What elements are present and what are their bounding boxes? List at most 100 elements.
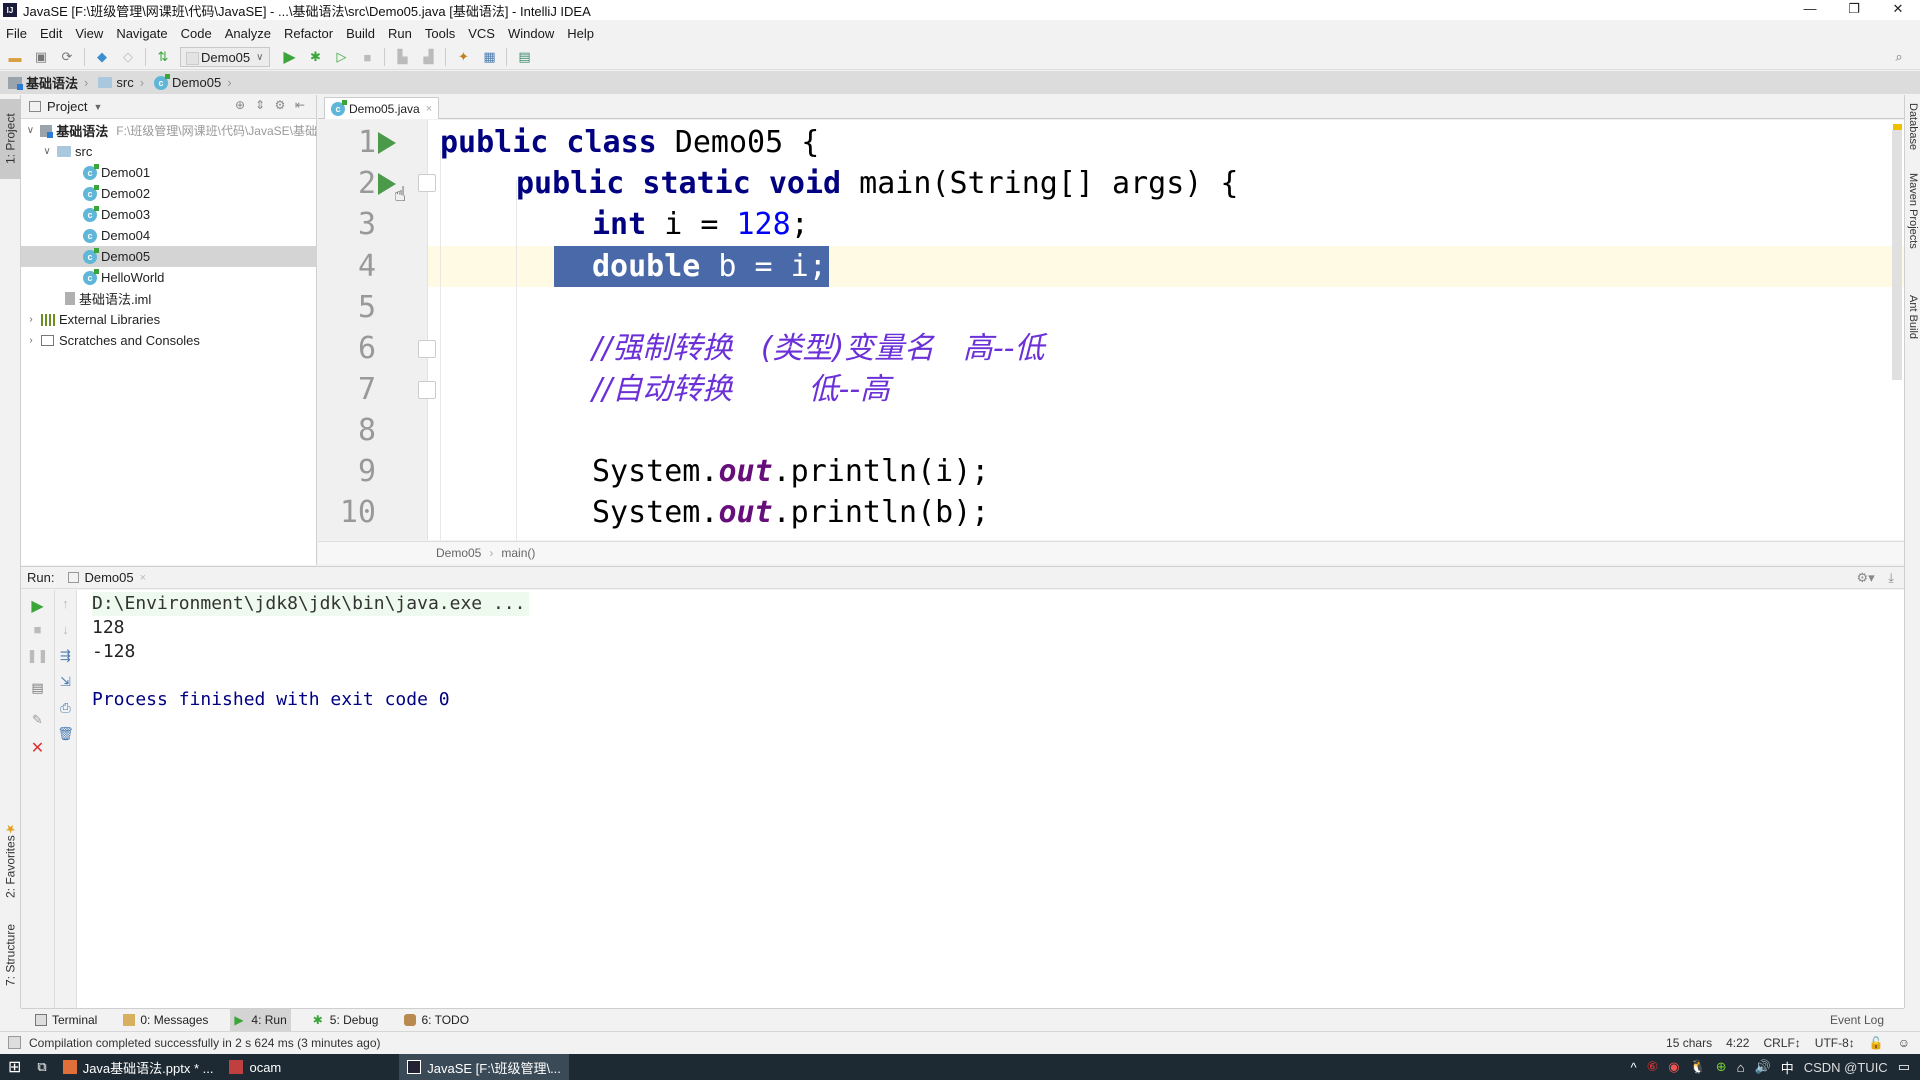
close-tab-icon[interactable]: × — [426, 103, 432, 115]
menu-navigate[interactable]: Navigate — [116, 26, 167, 41]
notifications-icon[interactable]: ▭ — [1898, 1059, 1910, 1075]
restore-layout-icon[interactable]: ▤ — [21, 680, 54, 696]
tool-button-debug[interactable]: ✱ 5: Debug — [309, 1009, 383, 1032]
chevron-down-icon[interactable]: ∨ — [25, 125, 36, 136]
menu-refactor[interactable]: Refactor — [284, 26, 333, 41]
scroll-to-end-icon[interactable]: ⇲ — [55, 674, 76, 690]
menu-view[interactable]: View — [75, 26, 103, 41]
gear-icon[interactable]: ⚙ — [270, 98, 290, 112]
tree-item-file[interactable]: c HelloWorld — [21, 267, 317, 288]
tree-item-file[interactable]: c Demo02 — [21, 183, 317, 204]
pause-icon[interactable]: ❚❚ — [21, 648, 54, 664]
tree-item-file[interactable]: c Demo04 — [21, 225, 317, 246]
chevron-right-icon[interactable]: › — [25, 314, 37, 325]
chevron-down-icon[interactable]: ▼ — [93, 102, 102, 112]
hide-icon[interactable]: ⇤ — [290, 98, 310, 112]
chevron-right-icon[interactable]: › — [25, 335, 37, 346]
breadcrumb-method[interactable]: main() — [501, 546, 535, 560]
up-arrow-icon[interactable]: ↑ — [55, 596, 76, 611]
nav-crumb-class[interactable]: c Demo05 › — [154, 73, 237, 90]
tree-item-file[interactable]: c Demo01 — [21, 162, 317, 183]
menu-vcs[interactable]: VCS — [468, 26, 495, 41]
start-button[interactable]: ⊞ — [0, 1054, 29, 1080]
editor-scrollbar[interactable] — [1892, 130, 1902, 380]
trash-icon[interactable]: 🗑 — [55, 726, 76, 742]
tree-item-module[interactable]: ∨ 基础语法 F:\班级管理\网课班\代码\JavaSE\基础 — [21, 120, 317, 141]
lock-icon[interactable]: 🔓 — [1869, 1036, 1884, 1050]
tool-button-todo[interactable]: 6: TODO — [400, 1009, 473, 1032]
menu-tools[interactable]: Tools — [425, 26, 455, 41]
rerun-icon[interactable]: ▶ — [21, 596, 54, 616]
restore-button[interactable]: ❐ — [1832, 0, 1876, 20]
stop-icon[interactable]: ■ — [358, 48, 376, 66]
menu-window[interactable]: Window — [508, 26, 554, 41]
nav-crumb-src[interactable]: src › — [98, 75, 150, 90]
tree-item-file[interactable]: c Demo03 — [21, 204, 317, 225]
chevron-down-icon[interactable]: ∨ — [41, 146, 53, 157]
menu-build[interactable]: Build — [346, 26, 375, 41]
run-tab-demo05[interactable]: Demo05 × — [68, 570, 146, 585]
volume-icon[interactable]: 🔊 — [1755, 1059, 1771, 1075]
collapse-icon[interactable]: ⇕ — [250, 98, 270, 112]
tool-button-messages[interactable]: 0: Messages — [119, 1009, 212, 1032]
nav-crumb-module[interactable]: 基础语法 › — [8, 73, 94, 92]
run-console[interactable]: D:\Environment\jdk8\jdk\bin\java.exe ...… — [77, 590, 1904, 1008]
netease-music-icon[interactable]: ⑥ — [1647, 1059, 1659, 1075]
back-icon[interactable]: ◆ — [93, 48, 111, 66]
stop-icon[interactable]: ■ — [21, 622, 54, 637]
menu-analyze[interactable]: Analyze — [225, 26, 271, 41]
taskbar-item-intellij[interactable]: JavaSE [F:\班级管理\... — [399, 1054, 569, 1080]
run-gutter-icon[interactable] — [378, 132, 396, 154]
tree-item-file-selected[interactable]: c Demo05 — [21, 246, 317, 267]
down-arrow-icon[interactable]: ↓ — [55, 622, 76, 637]
tool-tab-project[interactable]: 1: Project — [0, 99, 21, 179]
ime-indicator[interactable]: 中 — [1781, 1058, 1794, 1077]
fold-marker-icon[interactable] — [418, 381, 436, 399]
locate-icon[interactable]: ⊕ — [230, 98, 250, 112]
run-config-selector[interactable]: Demo05 ∨ — [180, 47, 271, 67]
search-icon[interactable]: ⌕ — [1890, 48, 1908, 66]
qq-icon[interactable]: 🐧 — [1690, 1059, 1706, 1075]
close-icon[interactable]: ✕ — [21, 738, 54, 758]
minimize-button[interactable]: — — [1788, 0, 1832, 20]
sdk-icon[interactable]: ✦ — [454, 48, 472, 66]
run-icon[interactable]: ▶ — [280, 48, 298, 66]
sync-icon[interactable]: ⟳ — [58, 48, 76, 66]
tool-windows-toggle-icon[interactable] — [8, 1036, 21, 1049]
attach-icon[interactable]: ▙ — [393, 48, 411, 66]
tool-tab-favorites[interactable]: 2: Favorites ★ — [0, 815, 21, 905]
fold-marker-icon[interactable] — [418, 174, 436, 192]
tool-button-terminal[interactable]: Terminal — [31, 1009, 101, 1032]
menu-file[interactable]: File — [6, 26, 27, 41]
security-icon[interactable]: ⊕ — [1716, 1059, 1727, 1075]
hector-icon[interactable]: ☺ — [1898, 1036, 1910, 1050]
taskbar-item-ocam[interactable]: ocam — [221, 1054, 289, 1080]
status-line-separator[interactable]: CRLF↕ — [1763, 1036, 1800, 1050]
build-icon[interactable]: ⇅ — [154, 48, 172, 66]
close-button[interactable]: ✕ — [1876, 0, 1920, 20]
task-view-button[interactable]: ⧉ — [29, 1054, 54, 1080]
status-caret-position[interactable]: 4:22 — [1726, 1036, 1749, 1050]
tree-item-scratches[interactable]: › Scratches and Consoles — [21, 330, 317, 351]
coverage-icon[interactable]: ▷ — [332, 48, 350, 66]
pin-icon[interactable]: ✎ — [21, 712, 54, 728]
menu-code[interactable]: Code — [181, 26, 212, 41]
hide-panel-icon[interactable]: ⤓ — [1888, 570, 1894, 585]
editor-tab-demo05[interactable]: c Demo05.java × — [324, 97, 440, 119]
breadcrumb-class[interactable]: Demo05 — [436, 546, 481, 560]
tree-item-src[interactable]: ∨ src — [21, 141, 317, 162]
open-icon[interactable]: ▬ — [6, 48, 24, 66]
tool-button-run[interactable]: ▶ 4: Run — [230, 1008, 291, 1032]
menu-edit[interactable]: Edit — [40, 26, 62, 41]
tool-tab-database[interactable]: Database — [1905, 103, 1920, 163]
tree-item-iml[interactable]: 基础语法.iml — [21, 288, 317, 309]
tree-item-external-libraries[interactable]: › External Libraries — [21, 309, 317, 330]
gear-icon[interactable]: ⚙▾ — [1856, 570, 1874, 585]
close-tab-icon[interactable]: × — [140, 572, 146, 584]
tool-tab-structure[interactable]: 7: Structure — [0, 910, 21, 1000]
event-log-button[interactable]: Event Log — [1830, 1013, 1884, 1027]
menu-run[interactable]: Run — [388, 26, 412, 41]
taskbar-item-pptx[interactable]: Java基础语法.pptx * ... — [55, 1054, 222, 1080]
record-icon[interactable]: ◉ — [1668, 1059, 1679, 1075]
save-icon[interactable]: ▣ — [32, 48, 50, 66]
